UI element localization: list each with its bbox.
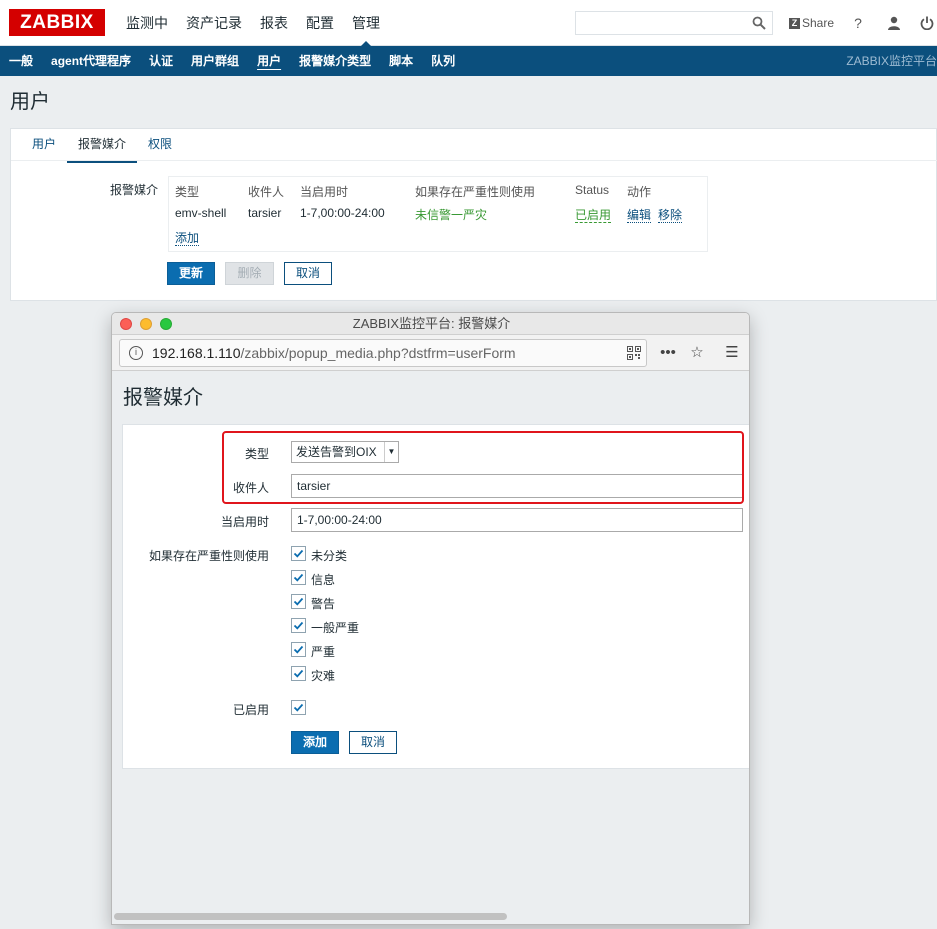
- severity-checkbox-average[interactable]: [291, 618, 306, 633]
- zabbix-logo[interactable]: ZABBIX: [9, 9, 105, 36]
- window-titlebar: ZABBIX监控平台: 报警媒介: [112, 313, 749, 335]
- when-input[interactable]: 1-7,00:00-24:00: [291, 508, 743, 532]
- media-table: 类型 收件人 当启用时 如果存在严重性则使用 Status 动作 emv-she…: [168, 176, 708, 252]
- media-field-label: 报警媒介: [110, 183, 159, 197]
- power-icon[interactable]: [917, 13, 937, 33]
- menu-icon[interactable]: ☰: [722, 343, 742, 363]
- severity-checkbox-disaster[interactable]: [291, 666, 306, 681]
- severity-label: 如果存在严重性则使用: [148, 549, 269, 563]
- severity-label-high: 严重: [311, 645, 336, 659]
- cell-type: emv-shell: [175, 206, 227, 220]
- user-form-panel: 用户 报警媒介 权限 报警媒介 类型 收件人 当启用时 如果存在严重性则使用 S…: [10, 128, 937, 301]
- edit-link[interactable]: 编辑: [627, 208, 652, 223]
- search-input[interactable]: [575, 11, 773, 35]
- window-title: ZABBIX监控平台: 报警媒介: [352, 316, 511, 331]
- url-host: 192.168.1.110: [152, 345, 241, 361]
- severity-label-not-classified: 未分类: [311, 549, 348, 563]
- col-action: 动作: [627, 185, 652, 199]
- cell-recipient: tarsier: [248, 206, 282, 220]
- severity-checkbox-not-classified[interactable]: [291, 546, 306, 561]
- browser-toolbar: i 192.168.1.110/zabbix/popup_media.php?d…: [112, 335, 749, 371]
- media-form-panel: 类型 发送告警到OIX ▼ 收件人 tarsier 当启用时 1-7,00:00…: [122, 424, 749, 769]
- add-media-link[interactable]: 添加: [175, 231, 200, 246]
- user-icon[interactable]: [884, 13, 904, 33]
- subnav-user-groups[interactable]: 用户群组: [182, 46, 248, 76]
- share-label: Share: [802, 16, 835, 30]
- tab-media[interactable]: 报警媒介: [67, 129, 138, 163]
- popup-page-title: 报警媒介: [123, 387, 203, 409]
- severity-label-warning: 警告: [311, 597, 336, 611]
- url-text: 192.168.1.110/zabbix/popup_media.php?dst…: [152, 340, 516, 366]
- nav-reports[interactable]: 报表: [251, 0, 297, 46]
- cell-severity: 未信警一严灾: [415, 208, 488, 222]
- subnav-authentication[interactable]: 认证: [140, 46, 182, 76]
- subnav-general[interactable]: 一般: [0, 46, 42, 76]
- severity-label-disaster: 灾难: [311, 669, 336, 683]
- tab-user[interactable]: 用户: [21, 129, 67, 163]
- more-options-icon[interactable]: •••: [658, 343, 678, 363]
- url-bar[interactable]: i 192.168.1.110/zabbix/popup_media.php?d…: [119, 339, 647, 367]
- main-nav: 监测中 资产记录 报表 配置 管理: [117, 0, 389, 47]
- search-icon[interactable]: [752, 16, 766, 30]
- page-title: 用户: [10, 91, 50, 113]
- enabled-checkbox[interactable]: [291, 700, 306, 715]
- add-button[interactable]: 添加: [291, 731, 339, 754]
- tab-divider: [11, 160, 937, 161]
- col-type: 类型: [175, 185, 200, 199]
- status-enabled-link[interactable]: 已启用: [575, 208, 612, 223]
- nav-inventory[interactable]: 资产记录: [177, 0, 251, 46]
- cell-when: 1-7,00:00-24:00: [300, 206, 385, 220]
- severity-checkbox-information[interactable]: [291, 570, 306, 585]
- severity-label-average: 一般严重: [311, 621, 360, 635]
- highlight-box: [222, 431, 744, 504]
- server-name: ZABBIX监控平台: [846, 54, 937, 68]
- tab-bar: 用户 报警媒介 权限: [21, 129, 183, 163]
- info-icon[interactable]: i: [129, 346, 143, 360]
- col-severity: 如果存在严重性则使用: [415, 185, 536, 199]
- col-status: Status: [575, 183, 610, 197]
- sub-nav: 一般 agent代理程序 认证 用户群组 用户 报警媒介类型 脚本 队列: [0, 46, 937, 76]
- nav-configuration[interactable]: 配置: [297, 0, 343, 46]
- remove-link[interactable]: 移除: [658, 208, 683, 223]
- horizontal-scrollbar[interactable]: [114, 913, 507, 920]
- subnav-scripts[interactable]: 脚本: [380, 46, 422, 76]
- nav-administration[interactable]: 管理: [343, 0, 389, 47]
- update-button[interactable]: 更新: [167, 262, 215, 285]
- subnav-media-types[interactable]: 报警媒介类型: [290, 46, 380, 76]
- severity-checkbox-warning[interactable]: [291, 594, 306, 609]
- popup-window: ZABBIX监控平台: 报警媒介 i 192.168.1.110/zabbix/…: [111, 312, 750, 925]
- share-button[interactable]: Z Share: [789, 16, 834, 30]
- col-when: 当启用时: [300, 185, 349, 199]
- nav-monitoring[interactable]: 监测中: [117, 0, 177, 46]
- tab-permissions[interactable]: 权限: [137, 129, 183, 163]
- qr-code-icon[interactable]: [627, 346, 641, 360]
- bookmark-star-icon[interactable]: ☆: [687, 343, 707, 363]
- severity-checkbox-high[interactable]: [291, 642, 306, 657]
- when-label: 当启用时: [220, 515, 269, 529]
- delete-button[interactable]: 删除: [225, 262, 274, 285]
- subnav-proxies[interactable]: agent代理程序: [42, 46, 140, 76]
- severity-label-information: 信息: [311, 573, 336, 587]
- col-recipient: 收件人: [248, 185, 285, 199]
- top-header: ZABBIX 监测中 资产记录 报表 配置 管理 Z Share ?: [0, 0, 937, 47]
- subnav-users[interactable]: 用户: [248, 46, 290, 76]
- cancel-button[interactable]: 取消: [284, 262, 332, 285]
- subnav-queue[interactable]: 队列: [422, 46, 464, 76]
- help-icon[interactable]: ?: [848, 13, 868, 33]
- url-path: /zabbix/popup_media.php?dstfrm=userForm: [240, 345, 516, 361]
- enabled-label: 已启用: [232, 703, 269, 717]
- popup-cancel-button[interactable]: 取消: [349, 731, 397, 754]
- zabbix-share-icon: Z: [789, 17, 800, 29]
